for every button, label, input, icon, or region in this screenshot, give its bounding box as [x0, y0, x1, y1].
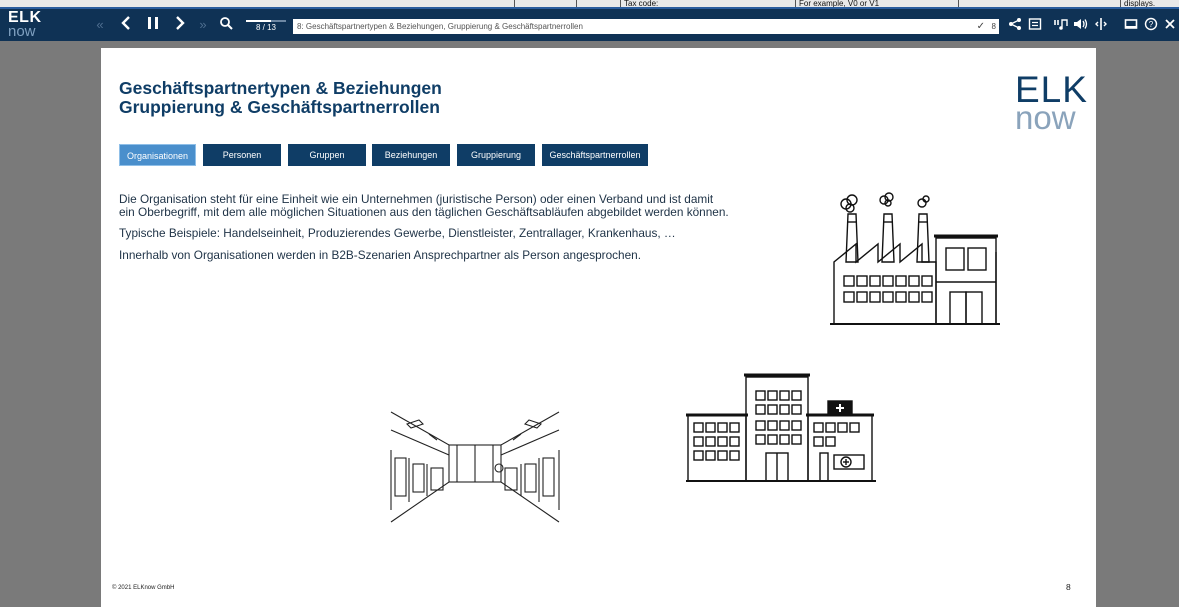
screen-icon[interactable]: [1123, 17, 1139, 33]
audio-icon[interactable]: [1052, 17, 1070, 33]
double-chevron-right-icon[interactable]: »: [196, 15, 210, 35]
chevron-right-icon[interactable]: [172, 15, 188, 35]
paragraph-b2b: Innerhalb von Organisationen werden in B…: [119, 247, 642, 262]
page-number: 8: [1066, 582, 1071, 592]
svg-text:?: ?: [1149, 20, 1154, 29]
share-icon[interactable]: [1007, 17, 1023, 33]
tab-gruppierung[interactable]: Gruppierung: [457, 144, 535, 166]
slide-heading-line1: Geschäftspartnertypen & Beziehungen: [119, 78, 442, 98]
logo-now: now: [1015, 99, 1076, 136]
help-icon[interactable]: ?: [1143, 17, 1159, 33]
slide-heading: Geschäftspartnertypen & Beziehungen Grup…: [119, 79, 442, 117]
progress-text: 8 / 13: [255, 23, 276, 32]
slide-number-indicator: 8: [991, 22, 996, 31]
double-chevron-left-icon[interactable]: «: [93, 15, 107, 35]
tab-beziehungen[interactable]: Beziehungen: [372, 144, 450, 166]
tab-organisationen[interactable]: Organisationen: [119, 144, 196, 166]
search-icon[interactable]: [217, 15, 235, 35]
slide-heading-line2: Gruppierung & Geschäftspartnerrollen: [119, 97, 440, 117]
paragraph-definition: Die Organisation steht für eine Einheit …: [119, 192, 729, 219]
shopping-mall-illustration: [390, 411, 560, 523]
slide-body-text: Die Organisation steht für eine Einheit …: [119, 193, 729, 270]
progress-fill: [246, 20, 271, 22]
chevron-left-icon[interactable]: [118, 15, 134, 35]
notes-icon[interactable]: [1027, 17, 1043, 33]
volume-icon[interactable]: [1073, 17, 1089, 33]
paragraph-examples: Typische Beispiele: Handelseinheit, Prod…: [119, 226, 676, 240]
tab-personen[interactable]: Personen: [203, 144, 281, 166]
toolbar-logo-now: now: [8, 23, 36, 40]
slide-title-dropdown-text: 8: Geschäftspartnertypen & Beziehungen, …: [297, 22, 583, 31]
close-icon[interactable]: [1163, 17, 1177, 33]
pause-icon[interactable]: [145, 15, 161, 35]
split-icon[interactable]: [1093, 17, 1109, 33]
elknow-logo: ELK now: [1015, 71, 1087, 136]
check-icon: ✓: [976, 21, 985, 32]
background-app-strip: Tax code: For example, V0 or V1 displays…: [0, 0, 1179, 9]
slide-canvas: Geschäftspartnertypen & Beziehungen Grup…: [101, 48, 1096, 607]
copyright-footer: © 2021 ELKnow GmbH: [112, 585, 175, 591]
hospital-illustration: [686, 373, 876, 482]
slide-progress: 8 / 13: [246, 17, 286, 35]
toolbar-logo: ELK now: [8, 10, 48, 40]
tab-gruppen[interactable]: Gruppen: [288, 144, 366, 166]
factory-illustration: [830, 192, 1000, 325]
slide-title-dropdown[interactable]: 8: Geschäftspartnertypen & Beziehungen, …: [293, 19, 999, 34]
tab-geschaeftspartnerrollen[interactable]: Geschäftspartnerrollen: [542, 144, 648, 166]
player-toolbar: ELK now « » 8 / 13 8: Geschäftspartnerty…: [0, 9, 1179, 41]
